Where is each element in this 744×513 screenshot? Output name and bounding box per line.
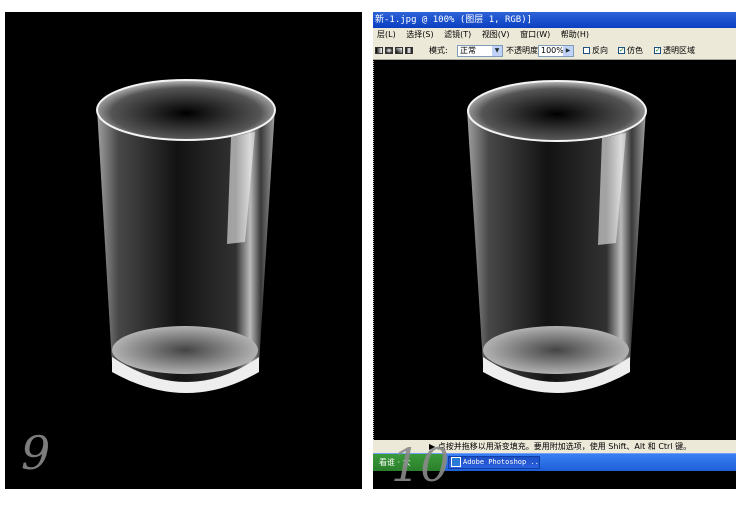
radial-gradient-icon[interactable] [385,47,393,54]
taskbar-item-label: Adobe Photoshop ... [463,458,540,466]
linear-gradient-icon[interactable] [375,47,383,54]
glass-illustration-left [96,79,276,393]
dither-checkbox[interactable]: ✓ [618,47,625,54]
document-canvas[interactable] [373,61,736,440]
step-number-10: 10 [391,438,450,489]
menu-layer[interactable]: 层(L) [377,30,396,39]
photoshop-icon [451,457,461,467]
mode-value: 正常 [460,46,476,55]
menu-window[interactable]: 窗口(W) [520,30,550,39]
window-title[interactable]: 新-1.jpg @ 100% (图层 1, RGB)] [373,12,736,28]
mode-label: 模式: [429,46,448,55]
menu-help[interactable]: 帮助(H) [561,30,589,39]
photoshop-window: 新-1.jpg @ 100% (图层 1, RGB)] 层(L) 选择(S) 滤… [373,12,736,489]
transparency-label: 透明区域 [663,46,695,55]
taskbar-item-photoshop[interactable]: Adobe Photoshop ... [448,456,540,469]
dither-label: 仿色 [627,46,643,55]
angle-gradient-icon[interactable] [395,47,403,54]
diamond-gradient-icon[interactable] [405,47,413,54]
step-number-9: 9 [21,426,51,480]
chevron-down-icon: ▼ [492,46,502,56]
options-bar: 模式: 正常 ▼ 不透明度: 100% ▶ 反向 ✓ 仿色 ✓ 透明区域 [373,42,736,60]
mode-select[interactable]: 正常 ▼ [457,45,503,57]
menu-bar: 层(L) 选择(S) 滤镜(T) 视图(V) 窗口(W) 帮助(H) [373,28,736,42]
reverse-checkbox[interactable] [583,47,590,54]
chevron-right-icon: ▶ [563,46,573,56]
opacity-label: 不透明度: [506,46,541,55]
opacity-field[interactable]: 100% ▶ [538,45,574,57]
menu-select[interactable]: 选择(S) [406,30,433,39]
status-text: ▶ 点按并拖移以用渐变填充。要用附加选项，使用 Shift、Alt 和 Ctrl… [429,442,692,451]
menu-filter[interactable]: 滤镜(T) [444,30,471,39]
menu-view[interactable]: 视图(V) [482,30,510,39]
opacity-value: 100% [541,46,564,55]
left-image-panel: 9 [5,12,362,489]
glass-illustration-right [467,80,647,393]
transparency-checkbox[interactable]: ✓ [654,47,661,54]
reverse-label: 反向 [592,46,608,55]
